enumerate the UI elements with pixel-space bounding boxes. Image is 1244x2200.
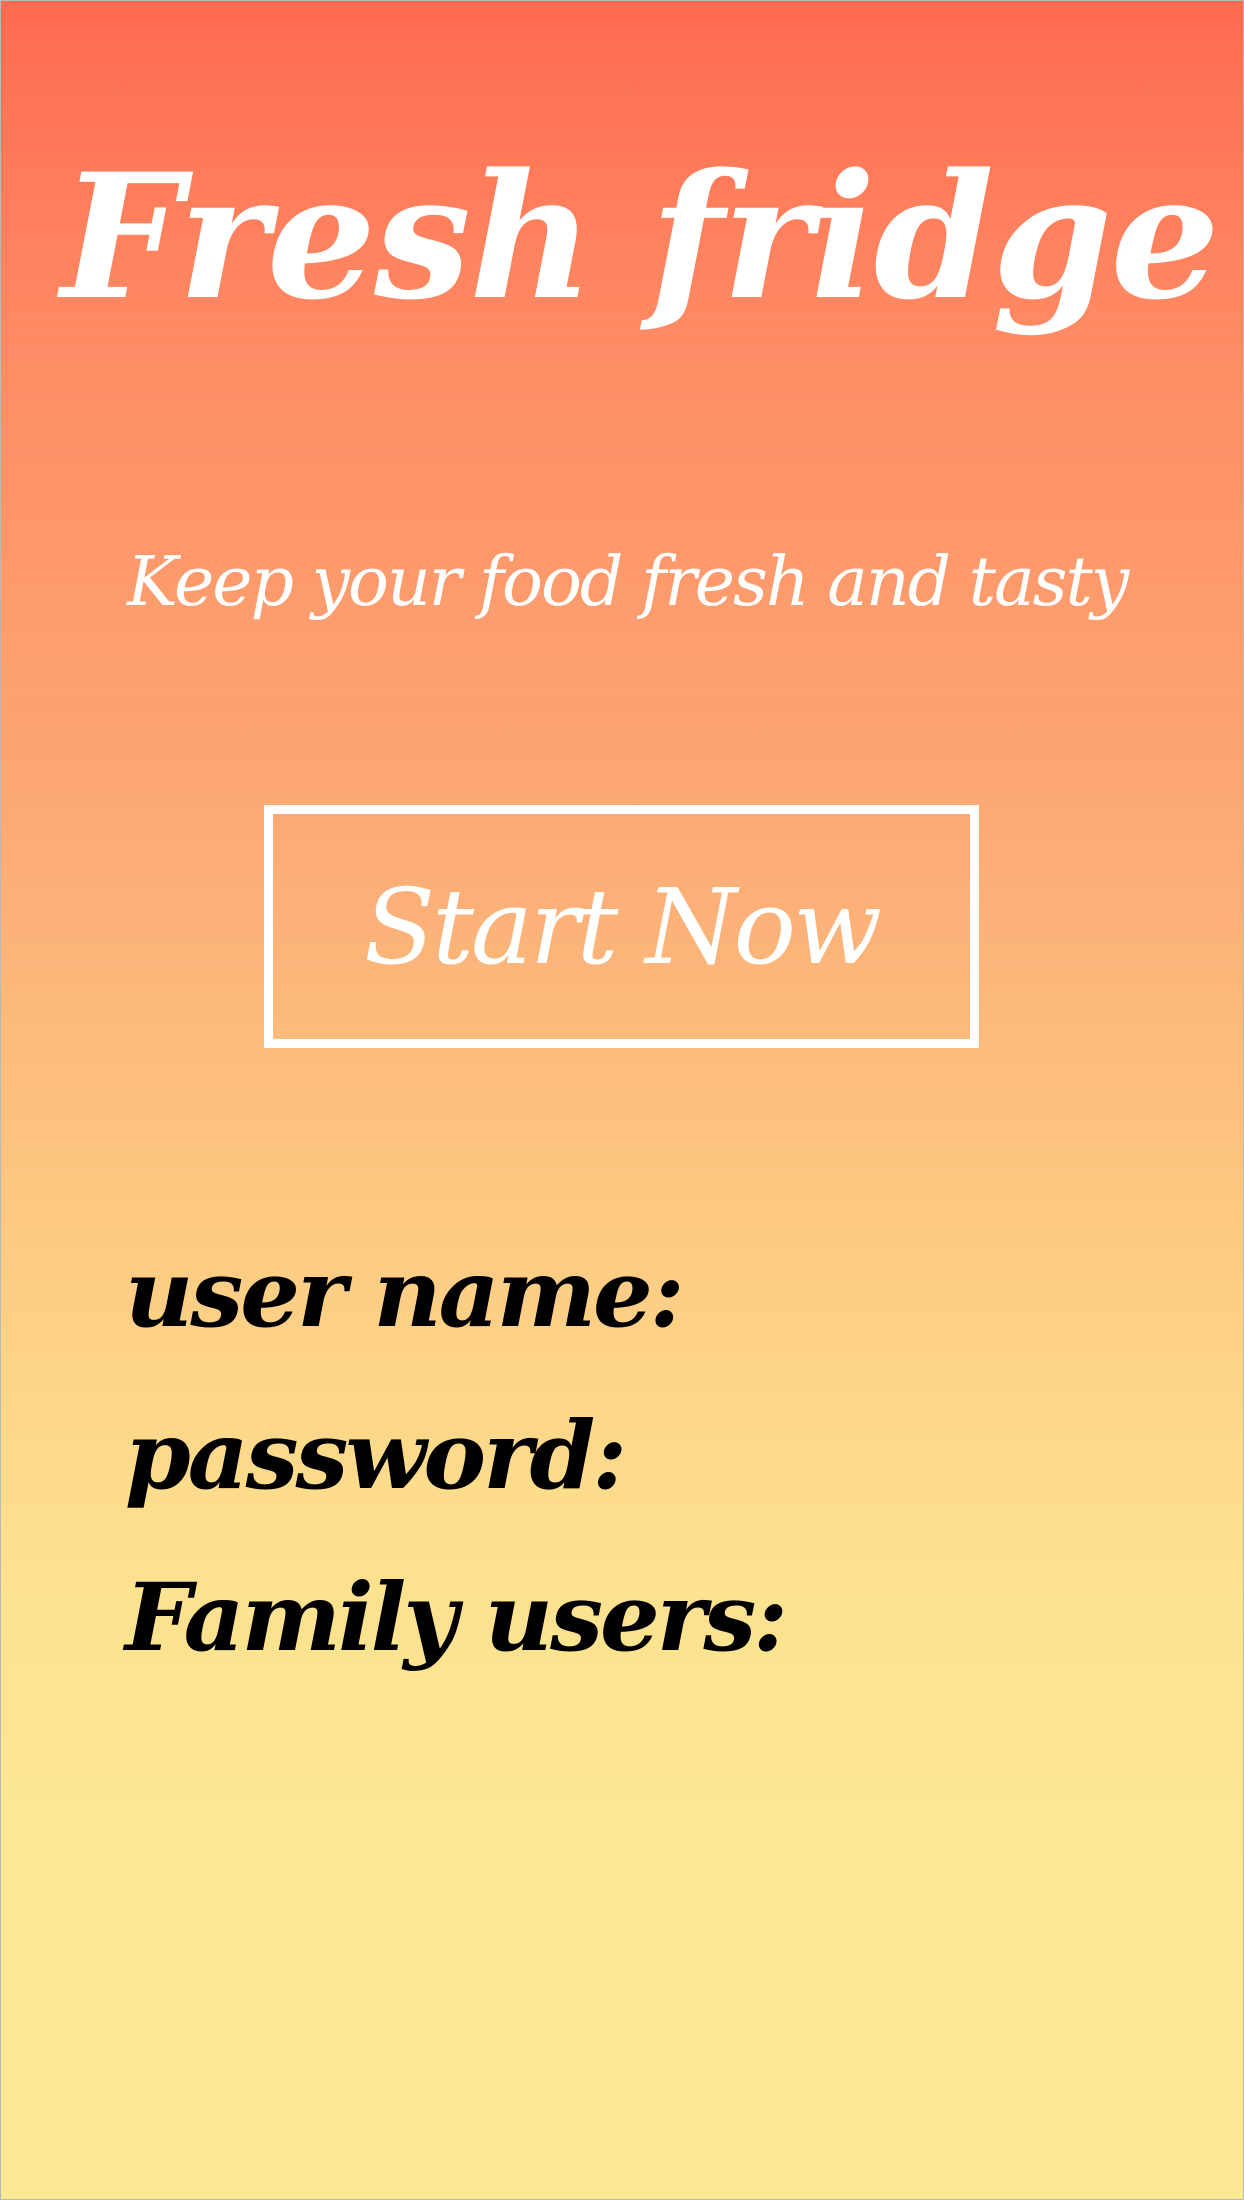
app-screen: Fresh fridge Keep your food fresh and ta… [0, 0, 1244, 2200]
family-users-label: Family users: [125, 1563, 788, 1673]
username-label: user name: [125, 1239, 685, 1349]
app-title: Fresh fridge [61, 135, 1220, 338]
start-now-label: Start Now [363, 865, 882, 988]
password-label: password: [125, 1401, 627, 1511]
login-form: user name: password: Family users: [125, 1213, 788, 1699]
app-tagline: Keep your food fresh and tasty [127, 543, 1129, 622]
start-now-button[interactable]: Start Now [264, 805, 979, 1048]
